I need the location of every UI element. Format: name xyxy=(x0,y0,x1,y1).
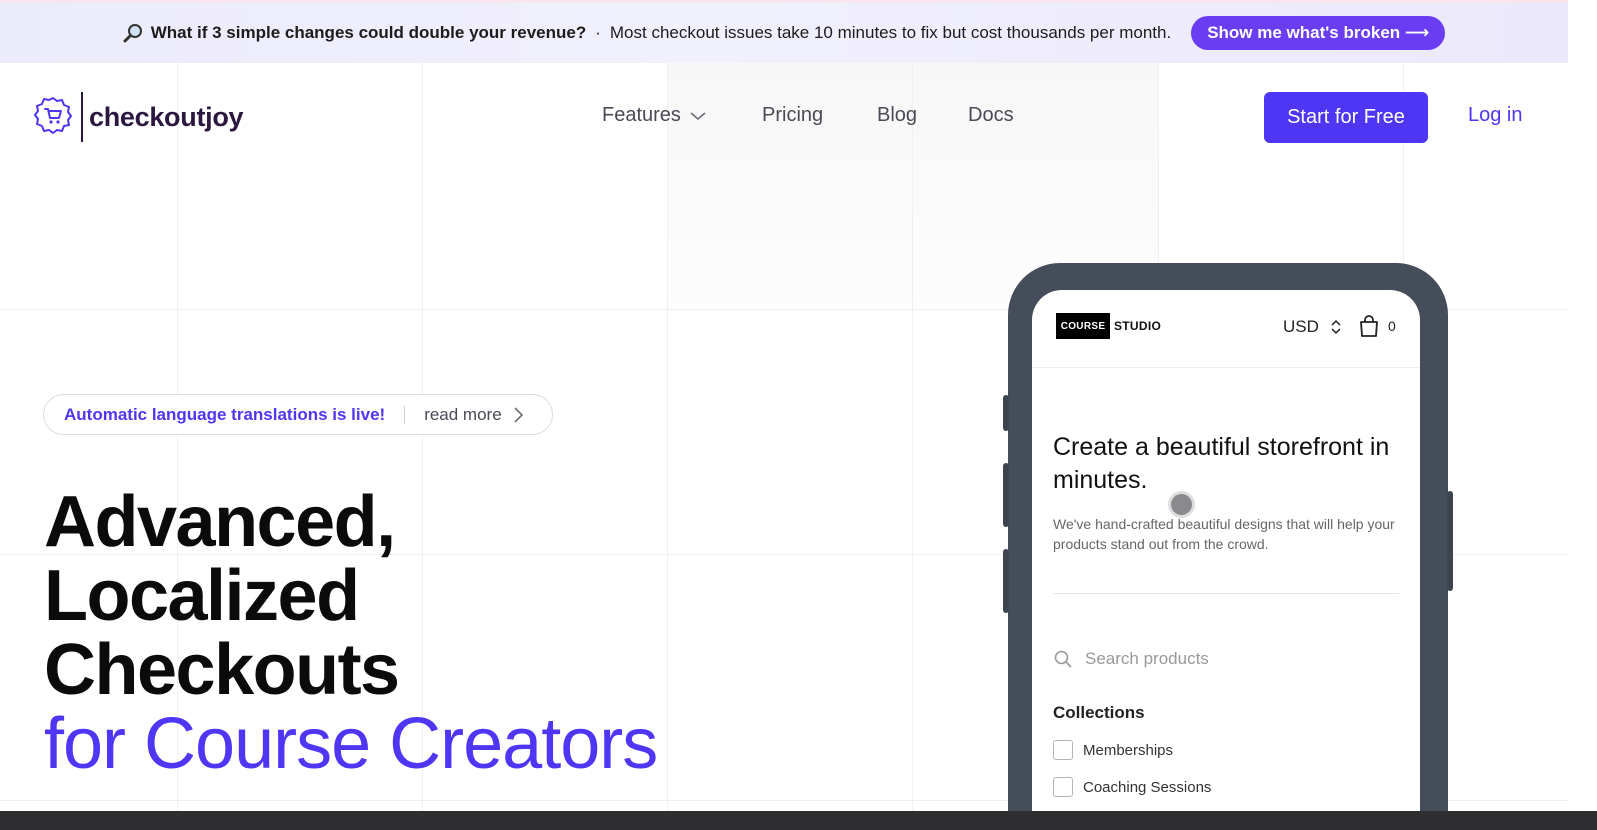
storefront-title: Create a beautiful storefront in minutes… xyxy=(1053,433,1390,494)
hero-headline: Advanced, Localized Checkouts for Course… xyxy=(44,482,658,784)
chevron-right-icon xyxy=(514,406,523,423)
bottom-bar xyxy=(0,811,1597,830)
currency-select[interactable]: USD xyxy=(1283,317,1347,337)
magnifier-icon xyxy=(123,22,145,44)
pill-highlight: Automatic language translations is live! xyxy=(64,404,386,424)
cart-badge-icon xyxy=(33,95,73,140)
headline-accent: for Course Creators xyxy=(44,704,658,784)
logo[interactable]: checkoutjoy xyxy=(33,92,244,142)
phone-side-button xyxy=(1003,395,1009,431)
collection-item[interactable]: Memberships xyxy=(1053,740,1173,760)
grid-line xyxy=(667,63,668,830)
collections-title: Collections xyxy=(1053,703,1145,722)
phone-side-button xyxy=(1003,463,1009,527)
checkbox[interactable] xyxy=(1053,740,1073,760)
pill-divider xyxy=(404,405,406,424)
announcement-pill[interactable]: Automatic language translations is live!… xyxy=(43,394,553,435)
read-more-link[interactable]: read more xyxy=(424,405,501,425)
start-for-free-button[interactable]: Start for Free xyxy=(1264,92,1428,143)
store-logo-word: STUDIO xyxy=(1114,319,1162,333)
headline-line: Localized xyxy=(44,556,360,636)
headline-line: Checkouts xyxy=(44,630,400,710)
show-broken-button[interactable]: Show me what's broken ⟶ xyxy=(1191,16,1446,50)
phone-screen: COURSE STUDIO USD 0 Create a beautiful s… xyxy=(1032,290,1420,830)
store-header: COURSE STUDIO USD 0 xyxy=(1032,290,1420,368)
currency-value: USD xyxy=(1283,317,1319,336)
logo-divider xyxy=(81,92,83,142)
collection-item[interactable]: Coaching Sessions xyxy=(1053,777,1211,797)
nav-features-label: Features xyxy=(602,104,681,126)
store-logo-box[interactable]: COURSE xyxy=(1056,313,1110,339)
collection-label: Coaching Sessions xyxy=(1083,778,1212,796)
grid-line xyxy=(912,63,913,830)
logo-text: checkoutjoy xyxy=(89,101,244,132)
cart-count: 0 xyxy=(1388,318,1396,334)
product-search[interactable]: Search products xyxy=(1053,649,1209,669)
storefront-description: We've hand-crafted beautiful designs tha… xyxy=(1053,516,1395,552)
nav-pricing[interactable]: Pricing xyxy=(762,104,823,127)
checkbox[interactable] xyxy=(1053,777,1073,797)
announcement-bar: What if 3 simple changes could double yo… xyxy=(0,0,1568,63)
search-placeholder: Search products xyxy=(1085,649,1209,668)
login-link[interactable]: Log in xyxy=(1468,104,1523,127)
shopping-bag-icon xyxy=(1360,315,1378,337)
nav-docs[interactable]: Docs xyxy=(968,104,1014,127)
scrollbar-gutter xyxy=(1568,0,1597,811)
touch-indicator xyxy=(1171,494,1192,515)
nav-blog[interactable]: Blog xyxy=(877,104,917,127)
search-icon xyxy=(1054,650,1072,668)
divider xyxy=(1053,593,1399,594)
headline-line: Advanced, xyxy=(44,482,396,562)
phone-side-button xyxy=(1447,491,1453,591)
announcement-question: What if 3 simple changes could double yo… xyxy=(150,23,587,42)
announcement-message: Most checkout issues take 10 minutes to … xyxy=(609,23,1172,42)
nav-features[interactable]: Features xyxy=(602,104,707,127)
updown-chevron-icon xyxy=(1331,319,1341,335)
chevron-down-icon xyxy=(690,111,706,120)
collection-label: Memberships xyxy=(1083,741,1174,759)
phone-side-button xyxy=(1003,549,1009,613)
announcement-separator: · xyxy=(595,23,601,42)
cart-button[interactable]: 0 xyxy=(1358,314,1396,338)
